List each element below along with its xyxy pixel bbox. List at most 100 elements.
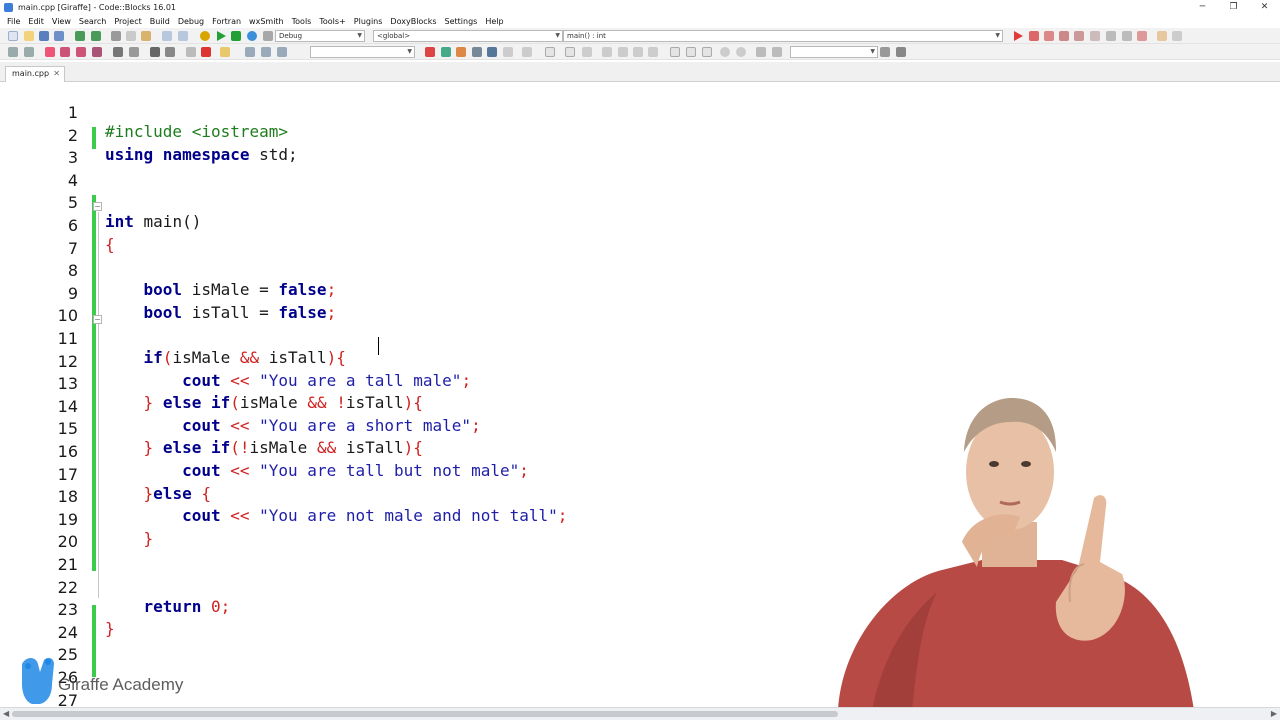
- function-select[interactable]: main() : int ▼: [563, 30, 1003, 42]
- menu-tools-plus[interactable]: Tools+: [315, 16, 349, 28]
- code-line: 1 #include <iostream>: [0, 83, 1280, 141]
- wx-sizer-icon[interactable]: [602, 47, 612, 57]
- wx-text-icon[interactable]: [686, 47, 696, 57]
- menu-settings[interactable]: Settings: [441, 16, 482, 28]
- spell-dictionary-select[interactable]: ▼: [790, 46, 878, 58]
- menu-help[interactable]: Help: [481, 16, 507, 28]
- step-instruction-icon[interactable]: [1106, 31, 1116, 41]
- build-target-value: Debug: [279, 32, 303, 40]
- scope-select[interactable]: <global> ▼: [373, 30, 563, 42]
- prev-occurrence-icon[interactable]: [245, 47, 255, 57]
- next-instruction-icon[interactable]: [1090, 31, 1100, 41]
- step-out-icon[interactable]: [1074, 31, 1084, 41]
- doxy-extract-icon[interactable]: [503, 47, 513, 57]
- horizontal-scrollbar[interactable]: ◀ ▶: [0, 707, 1280, 720]
- stream-comment-icon[interactable]: [186, 47, 196, 57]
- doxy-prev-icon[interactable]: [425, 47, 435, 57]
- next-line-icon[interactable]: [1044, 31, 1054, 41]
- goto-icon[interactable]: [277, 47, 287, 57]
- copy-icon[interactable]: [126, 31, 136, 41]
- close-button[interactable]: ✕: [1249, 0, 1280, 15]
- window-title: main.cpp [Giraffe] - Code::Blocks 16.01: [18, 3, 177, 12]
- close-icon[interactable]: ✕: [53, 67, 60, 81]
- code-completion-search-input[interactable]: ▼: [310, 46, 415, 58]
- menu-file[interactable]: File: [3, 16, 24, 28]
- comment-icon[interactable]: [129, 47, 139, 57]
- save-all-icon[interactable]: [54, 31, 64, 41]
- zoom-out-icon[interactable]: [736, 47, 746, 57]
- scroll-right-arrow-icon[interactable]: ▶: [1271, 709, 1277, 718]
- doxy-run-icon[interactable]: [487, 47, 497, 57]
- wx-splitter-icon[interactable]: [648, 47, 658, 57]
- build-and-run-icon[interactable]: [231, 31, 241, 41]
- match-brace-icon[interactable]: [113, 47, 123, 57]
- build-gear-icon[interactable]: [200, 31, 210, 41]
- undo-icon[interactable]: [75, 31, 85, 41]
- bookmark-toggle-icon[interactable]: [45, 47, 55, 57]
- debug-continue-icon[interactable]: [1014, 31, 1023, 41]
- wx-check-icon[interactable]: [702, 47, 712, 57]
- scrollbar-thumb[interactable]: [12, 711, 838, 717]
- paste-icon[interactable]: [141, 31, 151, 41]
- spell-check-icon[interactable]: [756, 47, 766, 57]
- step-into-icon[interactable]: [1059, 31, 1069, 41]
- build-target-select[interactable]: Debug ▼: [275, 30, 365, 42]
- toggle-comment-icon[interactable]: [165, 47, 175, 57]
- thesaurus-icon[interactable]: [772, 47, 782, 57]
- codeblocks-icon: [4, 3, 13, 12]
- highlight-icon[interactable]: [220, 47, 230, 57]
- redo-icon[interactable]: [91, 31, 101, 41]
- zoom-in-icon[interactable]: [720, 47, 730, 57]
- jump-forward-icon[interactable]: [24, 47, 34, 57]
- wx-box-icon[interactable]: [618, 47, 628, 57]
- abort-icon[interactable]: [263, 31, 273, 41]
- replace-icon[interactable]: [178, 31, 188, 41]
- rebuild-icon[interactable]: [247, 31, 257, 41]
- menu-doxyblocks[interactable]: DoxyBlocks: [386, 16, 440, 28]
- stop-debugger-icon[interactable]: [1137, 31, 1147, 41]
- menu-view[interactable]: View: [48, 16, 75, 28]
- find-icon[interactable]: [162, 31, 172, 41]
- minimize-button[interactable]: ─: [1187, 0, 1218, 15]
- menu-edit[interactable]: Edit: [24, 16, 48, 28]
- save-icon[interactable]: [39, 31, 49, 41]
- uncomment-icon[interactable]: [150, 47, 160, 57]
- menu-fortran[interactable]: Fortran: [208, 16, 245, 28]
- run-to-cursor-icon[interactable]: [1029, 31, 1039, 41]
- run-icon[interactable]: [217, 31, 226, 41]
- spell-settings-icon[interactable]: [880, 47, 890, 57]
- restore-button[interactable]: ❐: [1218, 0, 1249, 15]
- pause-icon[interactable]: [1122, 31, 1132, 41]
- jump-back-icon[interactable]: [8, 47, 18, 57]
- doxy-block-icon[interactable]: [456, 47, 466, 57]
- doxy-html-icon[interactable]: [522, 47, 532, 57]
- wx-grid-icon[interactable]: [633, 47, 643, 57]
- doxy-next-icon[interactable]: [441, 47, 451, 57]
- wx-frame-icon[interactable]: [545, 47, 555, 57]
- doxy-line-icon[interactable]: [472, 47, 482, 57]
- wx-button-icon[interactable]: [670, 47, 680, 57]
- menu-plugins[interactable]: Plugins: [350, 16, 387, 28]
- menu-build[interactable]: Build: [146, 16, 174, 28]
- menu-wxsmith[interactable]: wxSmith: [245, 16, 288, 28]
- menu-project[interactable]: Project: [110, 16, 145, 28]
- clear-marks-icon[interactable]: [201, 47, 211, 57]
- menu-search[interactable]: Search: [75, 16, 110, 28]
- menu-tools[interactable]: Tools: [288, 16, 316, 28]
- cut-icon[interactable]: [111, 31, 121, 41]
- wx-dialog-icon[interactable]: [582, 47, 592, 57]
- scroll-left-arrow-icon[interactable]: ◀: [3, 709, 9, 718]
- next-occurrence-icon[interactable]: [261, 47, 271, 57]
- bookmark-next-icon[interactable]: [76, 47, 86, 57]
- bookmark-clear-icon[interactable]: [92, 47, 102, 57]
- tab-main-cpp[interactable]: main.cpp ✕: [5, 66, 65, 82]
- bookmark-prev-icon[interactable]: [60, 47, 70, 57]
- new-file-icon[interactable]: [8, 31, 18, 41]
- open-folder-icon[interactable]: [24, 31, 34, 41]
- menu-debug[interactable]: Debug: [174, 16, 208, 28]
- various-info-icon[interactable]: [1172, 31, 1182, 41]
- debug-windows-icon[interactable]: [1157, 31, 1167, 41]
- tools-icon[interactable]: [896, 47, 906, 57]
- wx-panel-icon[interactable]: [565, 47, 575, 57]
- code-line: 3: [0, 128, 1280, 167]
